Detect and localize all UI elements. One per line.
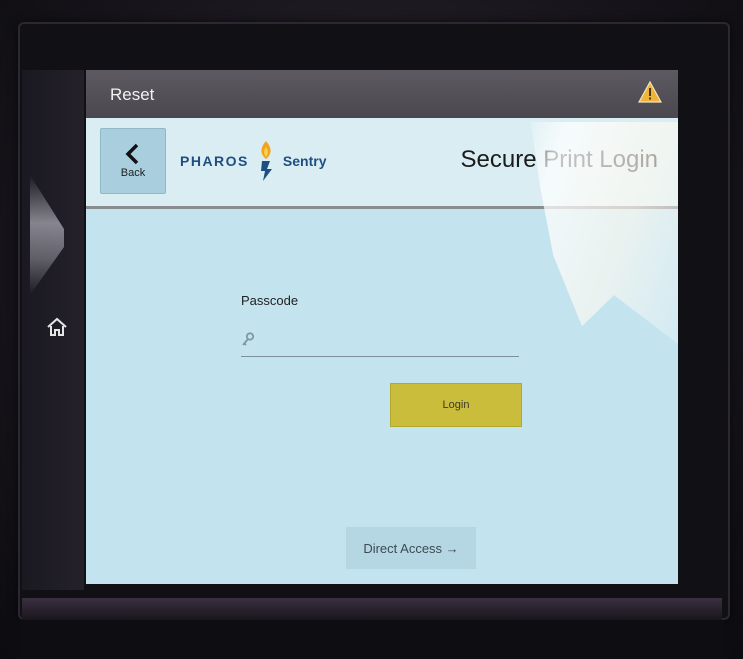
bottom-strip [20,620,724,659]
logo-brand: PHAROS [180,153,249,169]
back-button[interactable]: Back [100,128,166,194]
direct-access-button[interactable]: Direct Access → [346,527,476,569]
torch-icon [260,141,272,181]
reset-button[interactable]: Reset [110,85,154,105]
chevron-left-icon [125,143,139,165]
bottom-frame [22,598,722,620]
pharos-sentry-logo: PHAROS Sentry [180,138,340,184]
passcode-label: Passcode [241,293,299,308]
header: Back PHAROS Sentry Secure Print Login [86,118,678,209]
warning-triangle-icon[interactable] [638,80,662,104]
back-label: Back [120,167,146,179]
login-button[interactable]: Login [390,383,522,427]
touch-screen: Reset Back PHAROS Sentry Secure Print Lo… [86,70,678,584]
logo-product: Sentry [282,153,327,169]
page-title: Secure Print Login [460,146,658,173]
key-icon [242,332,255,346]
passcode-input[interactable] [261,331,505,349]
top-bar: Reset [86,70,678,118]
login-form: Passcode Login Direct Access → [86,209,678,584]
passcode-field[interactable] [241,324,519,357]
printer-device: Reset Back PHAROS Sentry Secure Print Lo… [0,0,743,659]
home-button[interactable] [42,312,72,342]
home-icon [47,317,67,336]
